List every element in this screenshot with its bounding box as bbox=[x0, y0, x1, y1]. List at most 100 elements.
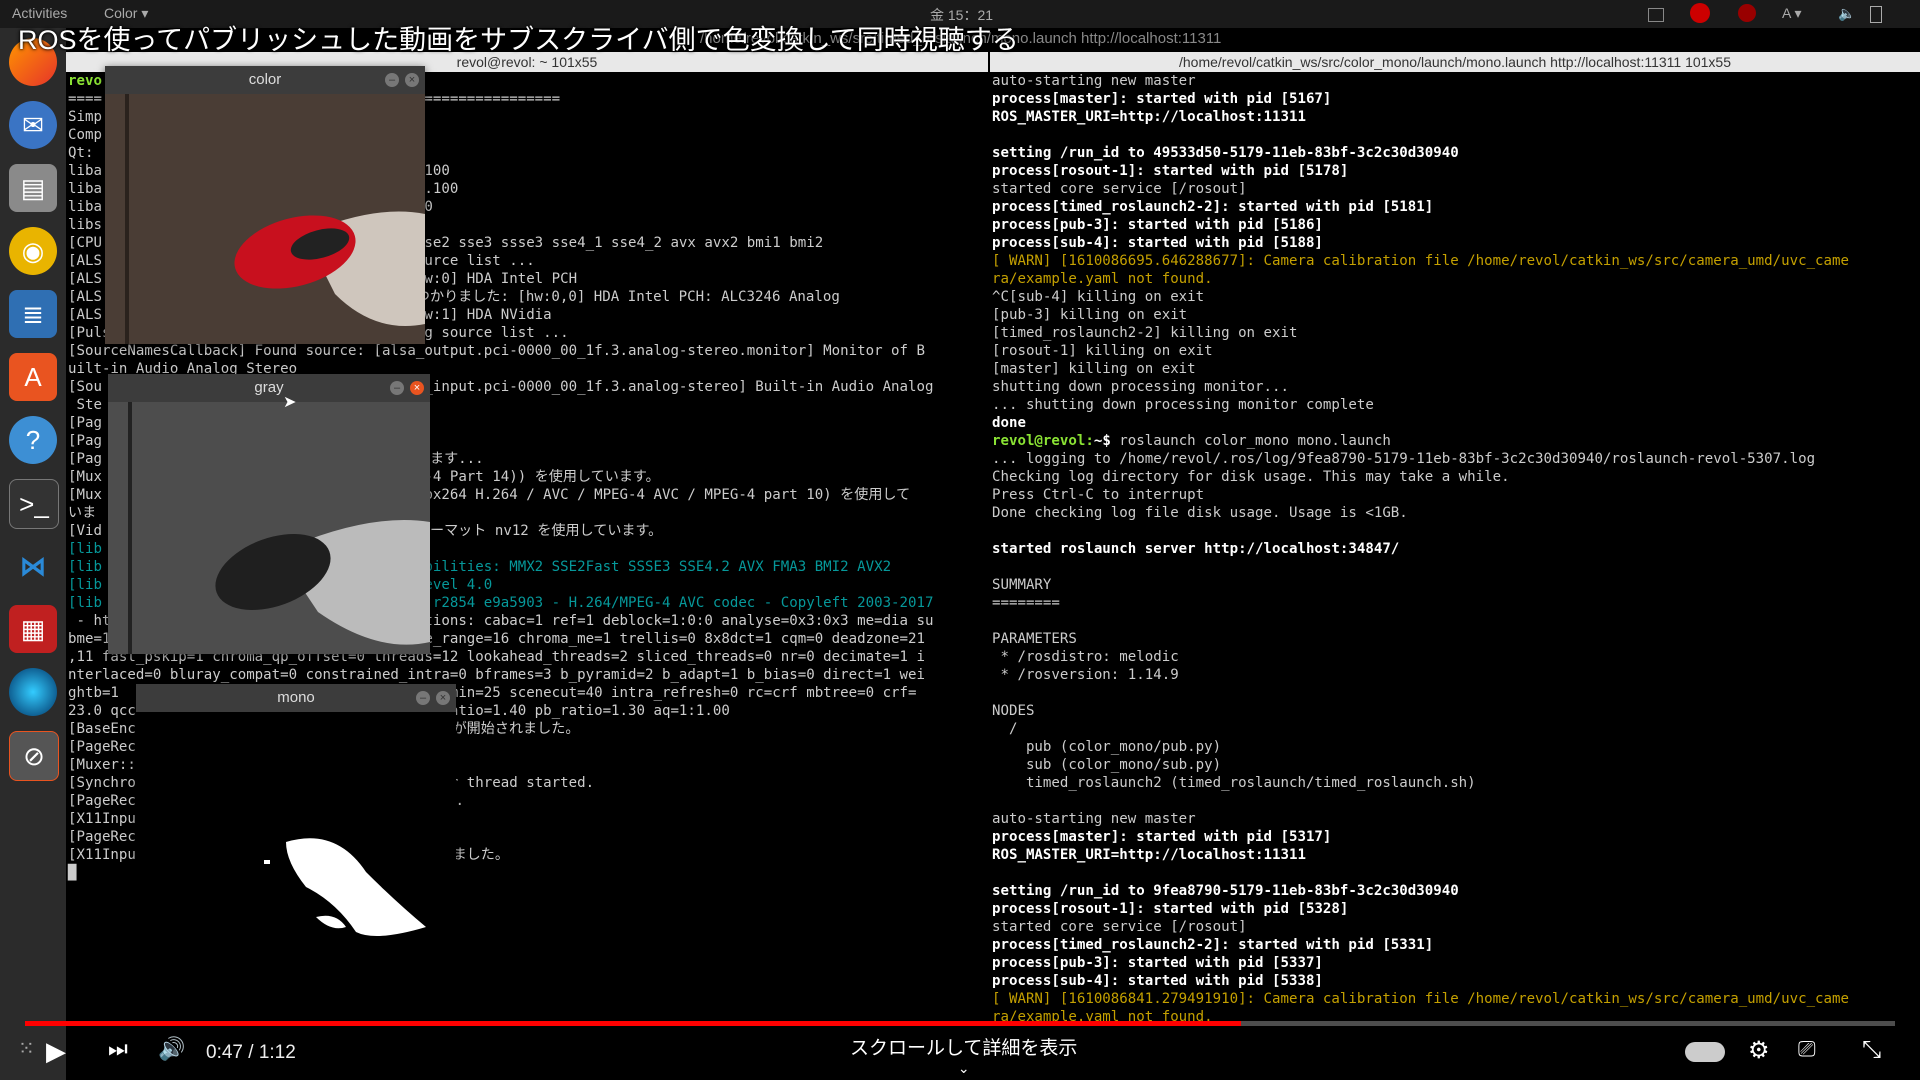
minimize-icon[interactable]: – bbox=[385, 73, 399, 87]
terminal-line: NODES bbox=[992, 703, 1035, 719]
language-indicator[interactable]: A ▾ bbox=[1782, 5, 1801, 22]
grid-dots-icon[interactable]: ⁙ bbox=[18, 1036, 35, 1061]
recording-icon[interactable] bbox=[1738, 4, 1756, 22]
video-controls: ⁙ ▶ ⏭ 🔊 0:47 / 1:12 スクロールして詳細を表示 ⌄ ⚙ ⎚ ⤡ bbox=[0, 1028, 1920, 1080]
camera-icon[interactable] bbox=[9, 668, 57, 716]
files-icon[interactable]: ▤ bbox=[9, 164, 57, 212]
terminal-line: / bbox=[992, 721, 1018, 737]
terminal-line: ... logging to /home/revol/.ros/log/9fea… bbox=[992, 451, 1816, 467]
progress-bar[interactable] bbox=[25, 1021, 1895, 1026]
progress-fill bbox=[25, 1021, 1241, 1026]
gray-window[interactable]: gray – × ➤ bbox=[108, 374, 430, 654]
color-window[interactable]: color – × bbox=[105, 66, 425, 344]
close-icon[interactable]: × bbox=[405, 73, 419, 87]
terminal-line: process[sub-4]: started with pid [5338] bbox=[992, 973, 1323, 989]
minimize-icon[interactable]: – bbox=[390, 381, 404, 395]
right-terminal-output[interactable]: auto-starting new master process[master]:… bbox=[990, 72, 1920, 1022]
terminal-line: ROS_MASTER_URI=http://localhost:11311 bbox=[992, 109, 1306, 125]
color-window-title: color bbox=[105, 66, 425, 94]
terminal-line: sub (color_mono/sub.py) bbox=[992, 757, 1222, 773]
cast-icon[interactable]: ⎚ bbox=[1798, 1036, 1816, 1062]
terminal-line: Press Ctrl-C to interrupt bbox=[992, 487, 1205, 503]
terminal-line: nterlaced=0 bluray_compat=0 constrained_… bbox=[68, 667, 926, 683]
terminal-line: ra/example.yaml not found. bbox=[992, 1009, 1213, 1022]
terminal-line: process[sub-4]: started with pid [5188] bbox=[992, 235, 1323, 251]
volume-icon[interactable]: 🔈 bbox=[1838, 5, 1855, 22]
help-icon[interactable]: ? bbox=[9, 416, 57, 464]
terminal-line: started core service [/rosout] bbox=[992, 919, 1247, 935]
volume-button[interactable]: 🔊 bbox=[158, 1036, 185, 1062]
video-title[interactable]: ROSを使ってパブリッシュした動画をサブスクライバ側で色変換して同時視聴する bbox=[18, 18, 1019, 57]
terminal-line: done bbox=[992, 415, 1026, 431]
terminal-line: ... shutting down processing monitor com… bbox=[992, 397, 1374, 413]
battery-icon[interactable] bbox=[1870, 6, 1882, 23]
terminal-line: revol@revol:~$ roslaunch color_mono mono… bbox=[992, 433, 1391, 449]
terminal-line: auto-starting new master bbox=[992, 73, 1196, 89]
screen-recorder-icon[interactable]: ⊘ bbox=[9, 731, 59, 781]
terminal-line: [SourceNamesCallback] Found source: [als… bbox=[68, 343, 926, 359]
minimize-icon[interactable]: – bbox=[416, 691, 430, 705]
terminal-line: [timed_roslaunch2-2] killing on exit bbox=[992, 325, 1298, 341]
terminal-line: [ WARN] [1610086695.646288677]: Camera c… bbox=[992, 253, 1850, 269]
terminal-line: pub (color_mono/pub.py) bbox=[992, 739, 1222, 755]
settings-icon[interactable]: ⚙ bbox=[1748, 1036, 1770, 1065]
color-frame bbox=[105, 94, 425, 344]
terminal-line: Checking log directory for disk usage. T… bbox=[992, 469, 1510, 485]
window-icon[interactable] bbox=[1648, 8, 1664, 22]
terminal-line: * /rosversion: 1.14.9 bbox=[992, 667, 1179, 683]
scroll-hint-label: スクロールして詳細を表示 bbox=[850, 1038, 1078, 1059]
scroll-hint[interactable]: スクロールして詳細を表示 ⌄ bbox=[850, 1033, 1077, 1077]
terminal-line: SUMMARY bbox=[992, 577, 1052, 593]
play-button[interactable]: ▶ bbox=[46, 1036, 66, 1067]
exit-fullscreen-icon[interactable]: ⤡ bbox=[1862, 1036, 1881, 1064]
mono-window-title: mono bbox=[136, 684, 456, 712]
thunderbird-icon[interactable]: ✉ bbox=[9, 101, 57, 149]
mouse-cursor-icon: ➤ bbox=[283, 394, 297, 411]
gray-frame bbox=[108, 402, 430, 654]
dnd-icon[interactable] bbox=[1690, 3, 1710, 23]
terminal-icon[interactable]: >_ bbox=[9, 479, 59, 529]
terminal-line: [ WARN] [1610086841.279491910]: Camera c… bbox=[992, 991, 1850, 1007]
terminal-line: process[timed_roslaunch2-2]: started wit… bbox=[992, 199, 1434, 215]
vscode-icon[interactable]: ⋈ bbox=[9, 542, 57, 590]
recorder-icon[interactable]: ▦ bbox=[9, 605, 57, 653]
mono-window[interactable]: mono – × bbox=[136, 684, 456, 962]
terminal-line: [master] killing on exit bbox=[992, 361, 1196, 377]
gray-window-title: gray bbox=[108, 374, 430, 402]
terminal-line: ^C[sub-4] killing on exit bbox=[992, 289, 1205, 305]
close-icon[interactable]: × bbox=[436, 691, 450, 705]
terminal-line: shutting down processing monitor... bbox=[992, 379, 1289, 395]
terminal-line: [pub-3] killing on exit bbox=[992, 307, 1188, 323]
right-terminal-title: /home/revol/catkin_ws/src/color_mono/lau… bbox=[990, 52, 1920, 72]
time-display: 0:47 / 1:12 bbox=[206, 1042, 296, 1063]
terminal-line: process[rosout-1]: started with pid [517… bbox=[992, 163, 1349, 179]
terminal-line: process[master]: started with pid [5167] bbox=[992, 91, 1332, 107]
chevron-down-icon: ⌄ bbox=[957, 1060, 970, 1076]
mono-frame bbox=[136, 712, 456, 962]
terminal-line: * /rosdistro: melodic bbox=[992, 649, 1179, 665]
terminal-line: process[master]: started with pid [5317] bbox=[992, 829, 1332, 845]
rhythmbox-icon[interactable]: ◉ bbox=[9, 227, 57, 275]
terminal-line: started core service [/rosout] bbox=[992, 181, 1247, 197]
autoplay-toggle[interactable] bbox=[1685, 1042, 1725, 1062]
terminal-line: process[pub-3]: started with pid [5186] bbox=[992, 217, 1323, 233]
terminal-line: [rosout-1] killing on exit bbox=[992, 343, 1213, 359]
terminal-line: ra/example.yaml not found. bbox=[992, 271, 1213, 287]
terminal-line: ======== bbox=[992, 595, 1060, 611]
terminal-line: setting /run_id to 49533d50-5179-11eb-83… bbox=[992, 145, 1459, 161]
writer-icon[interactable]: ≣ bbox=[9, 290, 57, 338]
close-icon[interactable]: × bbox=[410, 381, 424, 395]
terminal-line: started roslaunch server http://localhos… bbox=[992, 541, 1400, 557]
right-terminal[interactable]: /home/revol/catkin_ws/src/color_mono/lau… bbox=[990, 52, 1920, 1022]
terminal-line: PARAMETERS bbox=[992, 631, 1077, 647]
software-icon[interactable]: A bbox=[9, 353, 57, 401]
dock: ✉ ▤ ◉ ≣ A ? >_ ⋈ ▦ ⊘ bbox=[0, 28, 66, 1080]
next-button[interactable]: ⏭ bbox=[108, 1036, 128, 1062]
terminal-line: process[rosout-1]: started with pid [532… bbox=[992, 901, 1349, 917]
